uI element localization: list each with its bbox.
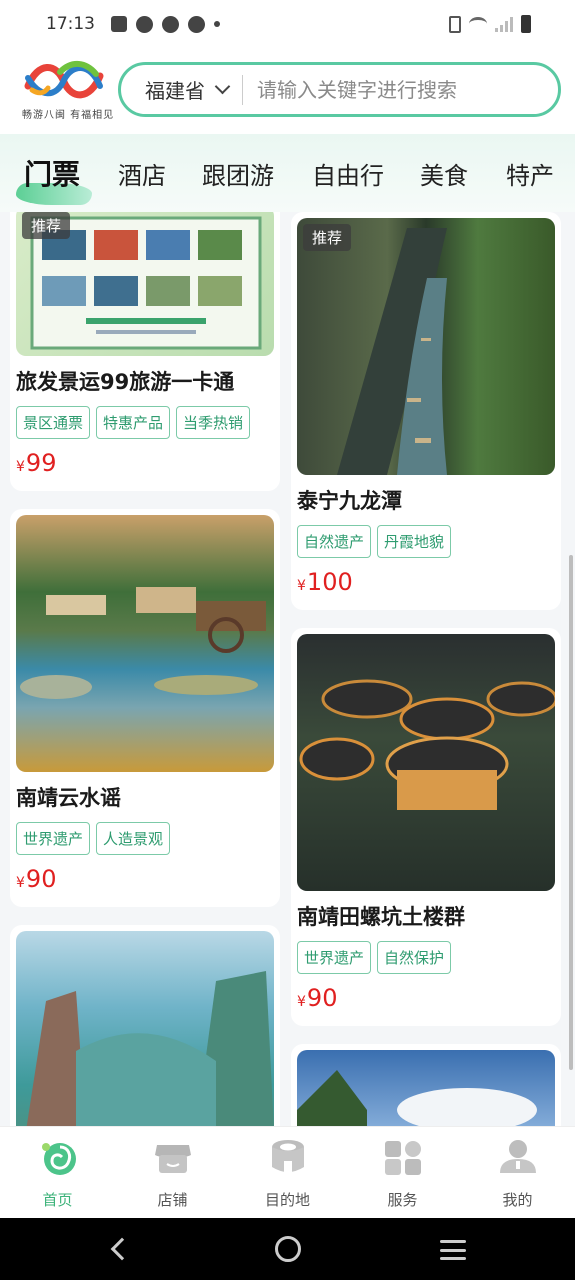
search-divider bbox=[242, 74, 243, 105]
product-card[interactable] bbox=[10, 925, 280, 1126]
product-title: 旅发景运99旅游一卡通 bbox=[16, 370, 235, 394]
product-price: ¥90 bbox=[297, 984, 338, 1012]
product-feed[interactable]: 推荐 旅发景运99旅游一卡通 景区通票 特惠产品 当季热销 ¥99 南靖云水谣 … bbox=[0, 212, 575, 1126]
product-tag: 自然保护 bbox=[377, 941, 452, 974]
product-image: 推荐 bbox=[297, 218, 555, 475]
product-title: 泰宁九龙潭 bbox=[297, 489, 402, 513]
search-input[interactable] bbox=[257, 77, 517, 102]
status-time: 17:13 bbox=[46, 14, 95, 34]
product-tags: 世界遗产 自然保护 bbox=[297, 941, 555, 974]
feed-column-left: 推荐 旅发景运99旅游一卡通 景区通票 特惠产品 当季热销 ¥99 南靖云水谣 … bbox=[10, 212, 280, 1126]
product-price: ¥100 bbox=[297, 568, 353, 596]
product-card[interactable]: 推荐 泰宁九龙潭 自然遗产 丹霞地貌 ¥100 bbox=[291, 212, 561, 610]
tab-tickets[interactable]: 门票 bbox=[15, 153, 93, 205]
product-image bbox=[16, 515, 274, 772]
notification-app-icon bbox=[111, 16, 127, 32]
recent-apps-icon[interactable] bbox=[440, 1240, 466, 1260]
back-icon[interactable] bbox=[110, 1237, 134, 1261]
nav-destination[interactable]: 目的地 bbox=[230, 1127, 345, 1218]
tab-specialties[interactable]: 特产 bbox=[506, 156, 554, 191]
nav-label: 服务 bbox=[387, 1191, 418, 1209]
scrollbar[interactable] bbox=[569, 555, 573, 1070]
tab-food[interactable]: 美食 bbox=[420, 156, 468, 191]
tab-independent-travel[interactable]: 自由行 bbox=[312, 156, 384, 191]
nav-home[interactable]: 首页 bbox=[0, 1127, 115, 1218]
product-image bbox=[297, 1050, 555, 1126]
product-card[interactable]: 南靖田螺坑土楼群 世界遗产 自然保护 ¥90 bbox=[291, 628, 561, 1026]
notification-circle-icon bbox=[136, 15, 153, 33]
wifi-icon bbox=[469, 17, 487, 31]
product-tags: 世界遗产 人造景观 bbox=[16, 822, 274, 855]
province-selector[interactable]: 福建省 bbox=[145, 75, 231, 104]
logo-slogan: 畅游八闽 有福相见 bbox=[22, 110, 115, 121]
nav-label: 目的地 bbox=[264, 1191, 310, 1209]
nav-service[interactable]: 服务 bbox=[345, 1127, 460, 1218]
product-card[interactable]: 推荐 旅发景运99旅游一卡通 景区通票 特惠产品 当季热销 ¥99 bbox=[10, 212, 280, 491]
home-button-icon[interactable] bbox=[275, 1236, 301, 1262]
product-title: 南靖云水谣 bbox=[16, 786, 121, 810]
product-tags: 景区通票 特惠产品 当季热销 bbox=[16, 406, 274, 439]
nav-label: 我的 bbox=[502, 1191, 533, 1209]
system-icons bbox=[449, 15, 531, 33]
profile-icon bbox=[498, 1137, 538, 1177]
product-tag: 人造景观 bbox=[96, 822, 171, 855]
fujian-tourism-logo[interactable]: 畅游八闽 有福相见 bbox=[20, 56, 113, 126]
product-image bbox=[16, 931, 274, 1126]
bottom-navigation: 首页 店铺 目的地 服务 我的 bbox=[0, 1126, 575, 1218]
notification-circle-icon bbox=[162, 15, 179, 33]
notification-icons bbox=[111, 15, 220, 33]
nav-profile[interactable]: 我的 bbox=[460, 1127, 575, 1218]
more-notifications-dot-icon bbox=[214, 21, 220, 27]
header: 畅游八闽 有福相见 福建省 bbox=[0, 48, 575, 134]
status-bar: 17:13 bbox=[0, 0, 575, 48]
feed-column-right: 推荐 泰宁九龙潭 自然遗产 丹霞地貌 ¥100 南靖田螺坑土楼群 世界遗产 自然… bbox=[291, 212, 561, 1126]
product-tag: 特惠产品 bbox=[96, 406, 171, 439]
recommend-badge: 推荐 bbox=[303, 224, 352, 251]
nav-shop[interactable]: 店铺 bbox=[115, 1127, 230, 1218]
chevron-down-icon bbox=[214, 78, 231, 95]
recommend-badge: 推荐 bbox=[22, 212, 71, 239]
product-card[interactable]: 南靖云水谣 世界遗产 人造景观 ¥90 bbox=[10, 509, 280, 907]
province-label: 福建省 bbox=[145, 79, 205, 103]
product-image: 推荐 bbox=[16, 212, 274, 356]
product-tag: 丹霞地貌 bbox=[377, 525, 452, 558]
product-tag: 世界遗产 bbox=[297, 941, 372, 974]
product-card[interactable] bbox=[291, 1044, 561, 1126]
battery-icon bbox=[521, 15, 531, 33]
service-icon bbox=[383, 1137, 423, 1177]
signal-icon bbox=[495, 16, 513, 32]
product-price: ¥99 bbox=[16, 449, 57, 477]
destination-icon bbox=[268, 1137, 308, 1177]
vibrate-icon bbox=[449, 15, 461, 33]
product-title: 南靖田螺坑土楼群 bbox=[297, 905, 465, 929]
product-tag: 景区通票 bbox=[16, 406, 91, 439]
product-tags: 自然遗产 丹霞地貌 bbox=[297, 525, 555, 558]
product-tag: 当季热销 bbox=[176, 406, 251, 439]
tab-hotels[interactable]: 酒店 bbox=[118, 156, 166, 191]
home-icon bbox=[38, 1137, 78, 1177]
shop-icon bbox=[153, 1137, 193, 1177]
product-tag: 自然遗产 bbox=[297, 525, 372, 558]
nav-label: 首页 bbox=[42, 1191, 73, 1209]
product-price: ¥90 bbox=[16, 865, 57, 893]
product-image bbox=[297, 634, 555, 891]
tab-group-tours[interactable]: 跟团游 bbox=[202, 156, 274, 191]
system-navigation-bar bbox=[0, 1218, 575, 1280]
product-tag: 世界遗产 bbox=[16, 822, 91, 855]
notification-circle-icon bbox=[188, 15, 205, 33]
search-bar[interactable]: 福建省 bbox=[118, 62, 561, 117]
category-tabs: 门票 酒店 跟团游 自由行 美食 特产 bbox=[0, 134, 575, 212]
nav-label: 店铺 bbox=[157, 1191, 188, 1209]
